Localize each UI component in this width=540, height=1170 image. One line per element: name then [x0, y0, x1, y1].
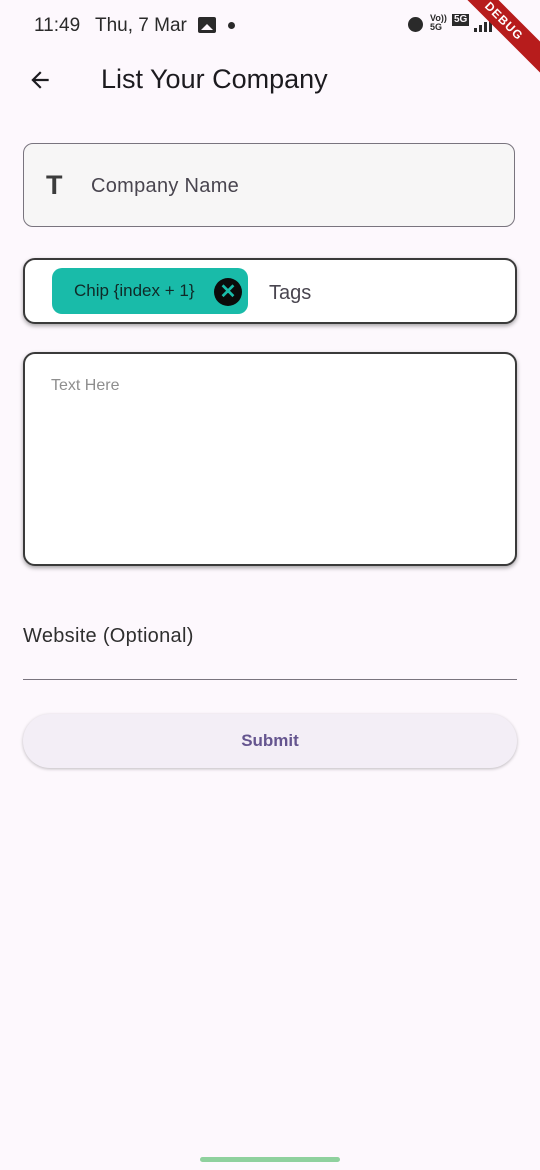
tag-chip-label: Chip {index + 1} — [74, 281, 195, 300]
text-fields-icon: T — [46, 170, 63, 200]
volte-icon: Vo)) 5G — [430, 13, 447, 32]
debug-banner: DEBUG — [446, 0, 540, 79]
notification-dot-icon — [228, 22, 235, 29]
status-bar: 11:49 Thu, 7 Mar Vo)) 5G 5G DEBUG — [0, 0, 540, 79]
status-time: 11:49 — [34, 15, 81, 36]
page-title: List Your Company — [101, 64, 328, 94]
company-name-placeholder: Company Name — [91, 175, 240, 197]
tags-field[interactable]: Chip {index + 1} ✕ Tags — [23, 258, 517, 324]
arrow-back-icon — [31, 71, 49, 89]
website-field-label[interactable]: Website (Optional) — [23, 625, 194, 648]
tags-label: Tags — [269, 282, 312, 304]
home-indicator[interactable] — [200, 1157, 340, 1162]
network-type-icon: 5G — [452, 14, 470, 26]
alarm-icon — [408, 17, 423, 32]
company-name-field[interactable]: T Company Name — [23, 143, 515, 227]
back-button[interactable] — [22, 62, 58, 98]
description-placeholder: Text Here — [51, 377, 120, 394]
website-field-underline — [23, 679, 517, 680]
chip-delete-icon[interactable]: ✕ — [214, 278, 242, 306]
tag-chip[interactable]: Chip {index + 1} ✕ — [52, 268, 248, 314]
gallery-notification-icon — [198, 17, 216, 33]
submit-button[interactable]: Submit — [23, 714, 517, 768]
status-date: Thu, 7 Mar — [95, 15, 187, 36]
description-textarea[interactable]: Text Here — [23, 352, 517, 566]
